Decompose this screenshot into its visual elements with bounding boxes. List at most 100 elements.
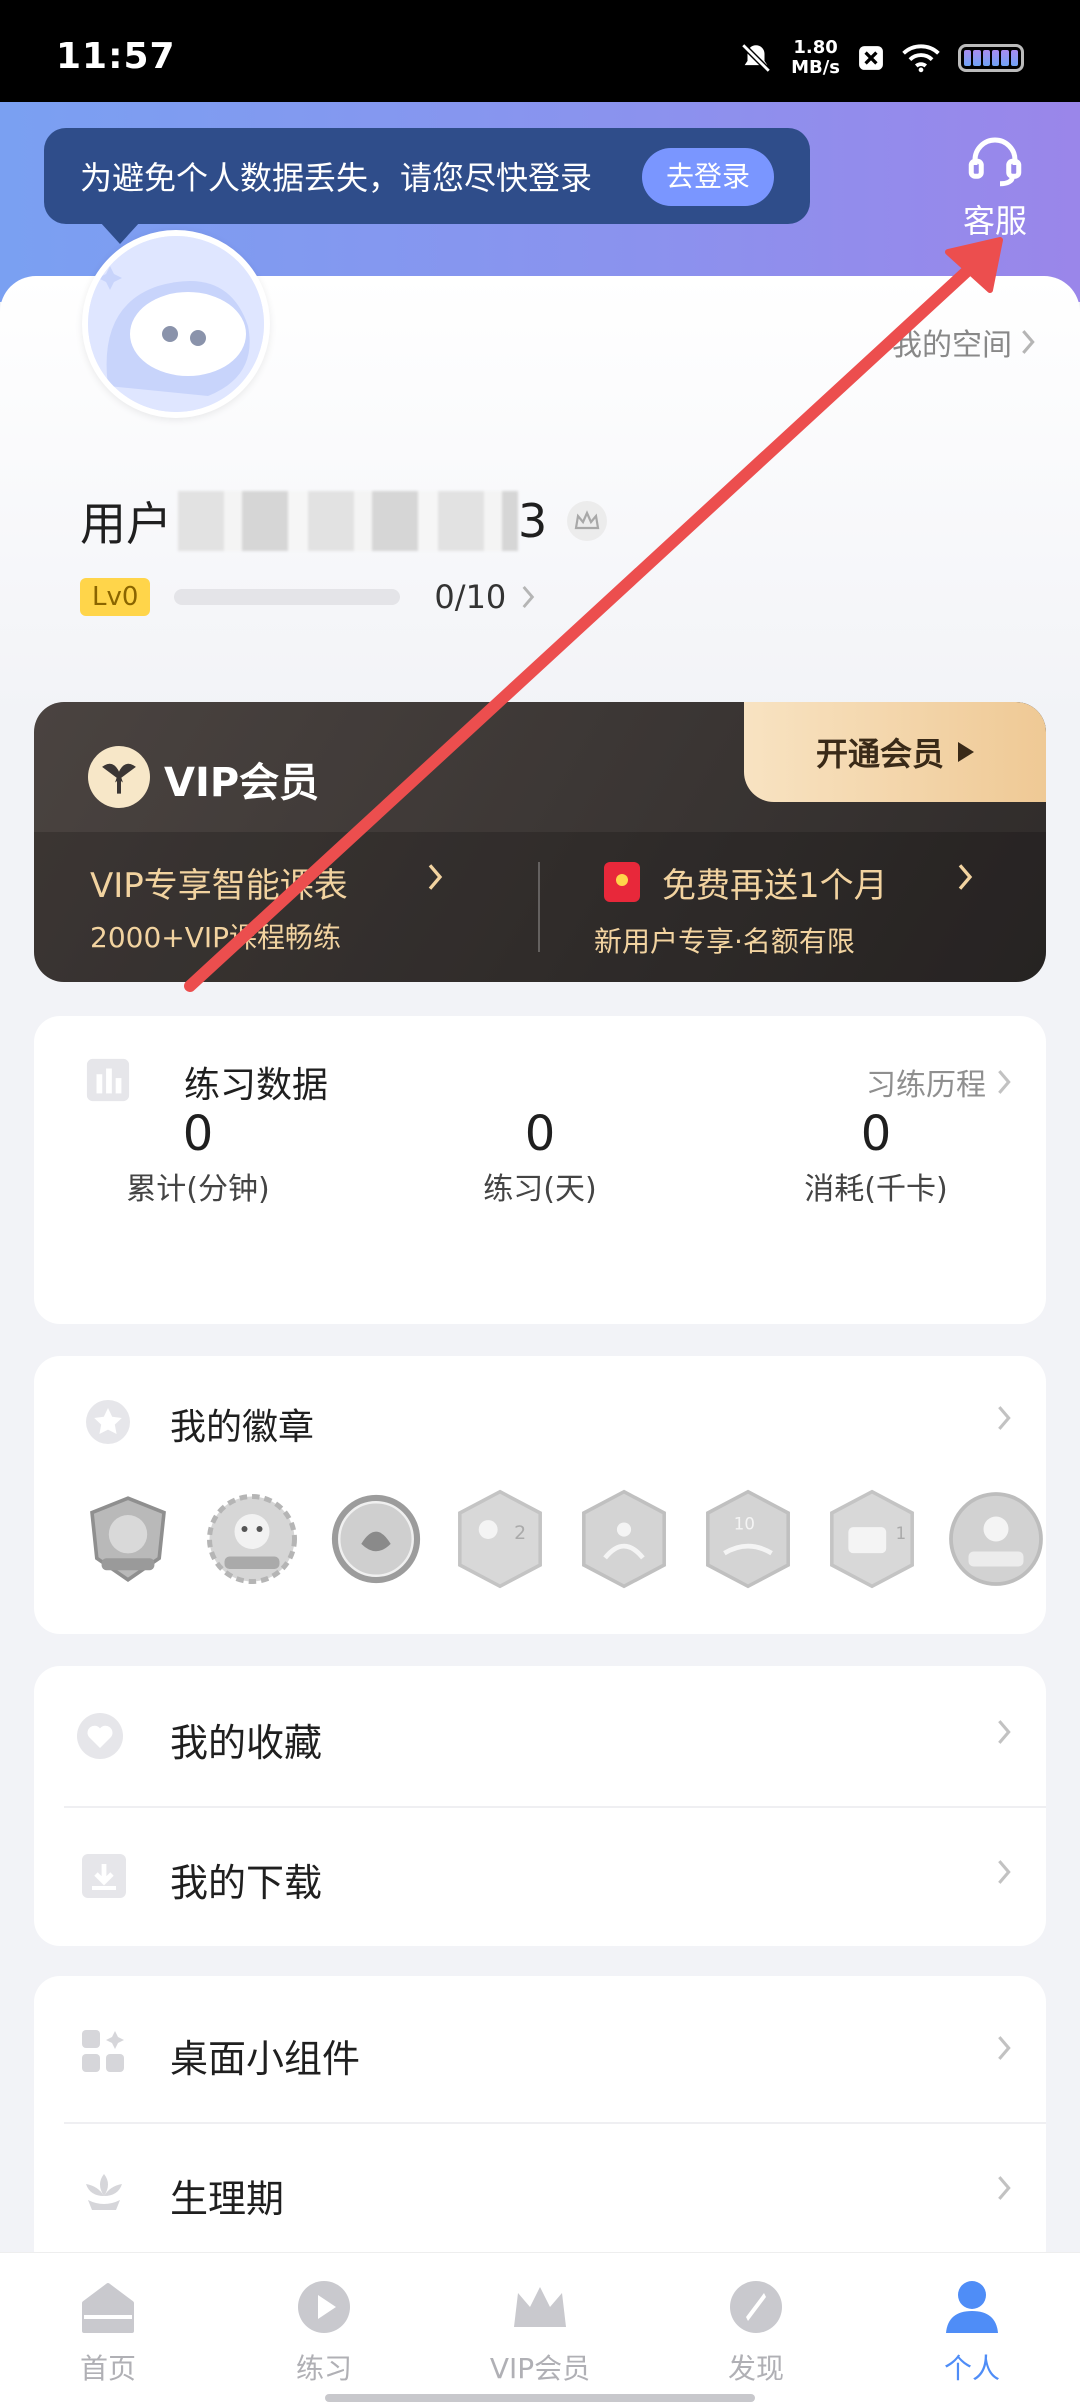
chevron-right-icon <box>998 2036 1011 2060</box>
login-tip-text: 为避免个人数据丢失，请您尽快登录 <box>80 159 593 197</box>
badge-star-icon <box>84 1398 132 1446</box>
svg-text:2: 2 <box>514 1522 526 1544</box>
downloads-label: 我的下载 <box>170 1861 323 1905</box>
avatar[interactable] <box>82 230 270 418</box>
bottom-navigation: 首页 练习 VIP会员 发现 个人 <box>0 2252 1080 2408</box>
chevron-right-icon <box>998 1860 1011 1884</box>
login-button[interactable]: 去登录 <box>641 148 774 206</box>
favorites-label: 我的收藏 <box>170 1721 323 1765</box>
vip-new-user-text: 新用户专享·名额有限 <box>594 925 855 958</box>
customer-service-button[interactable]: 客服 <box>940 130 1050 242</box>
chevron-right-icon <box>958 864 973 890</box>
vip-courses-text: 2000+VIP课程畅练 <box>90 921 342 954</box>
close-box-icon <box>859 46 883 70</box>
svg-text:1: 1 <box>896 1524 907 1543</box>
stat-label: 消耗(千卡) <box>804 1172 948 1207</box>
stat-value: 0 <box>182 1106 214 1162</box>
stat-value: 0 <box>860 1106 892 1162</box>
lotus-icon <box>80 2168 128 2216</box>
vip-divider <box>538 862 540 952</box>
home-indicator <box>325 2394 755 2402</box>
svg-text:10: 10 <box>734 1515 755 1534</box>
chevron-right-icon <box>998 1720 1011 1744</box>
badge-hexagon-2-icon[interactable]: 2 <box>450 1486 550 1592</box>
chevron-right-icon <box>428 864 443 890</box>
status-bar: 11:57 1.80 MB/s <box>0 0 1080 102</box>
username-suffix: 3 <box>518 494 548 548</box>
my-space-label: 我的空间 <box>892 328 1012 363</box>
red-packet-icon <box>604 862 640 902</box>
nav-profile-label: 个人 <box>943 2352 1000 2385</box>
favorites-row[interactable]: 我的收藏 <box>34 1666 1046 1808</box>
stat-label: 练习(天) <box>483 1172 597 1207</box>
badge-hexagon-card-icon[interactable]: 1 <box>822 1486 922 1592</box>
badge-coin-icon[interactable] <box>326 1486 426 1592</box>
stat-total-minutes: 0 累计(分钟) <box>48 1016 348 1208</box>
person-icon <box>946 2281 998 2333</box>
heart-icon <box>76 1712 124 1760</box>
vip-benefits: VIP专享智能课表 2000+VIP课程畅练 免费再送1个月 新用户专享·名额有… <box>34 832 1046 982</box>
badge-flower-icon[interactable] <box>202 1486 302 1592</box>
mute-bell-icon <box>741 43 771 73</box>
stat-label: 累计(分钟) <box>126 1172 270 1207</box>
widgets-row[interactable]: 桌面小组件 <box>34 1982 1046 2124</box>
tools-card: 桌面小组件 生理期 <box>34 1976 1046 2276</box>
badges-title: 我的徽章 <box>170 1407 315 1448</box>
wifi-icon <box>902 44 940 73</box>
badges-card[interactable]: 我的徽章 2 10 1 <box>34 1356 1046 1634</box>
badge-round-partial-icon[interactable] <box>946 1486 1046 1592</box>
level-progress-text: 0/10 <box>434 578 507 616</box>
vip-card[interactable]: VIP会员 开通会员 VIP专享智能课表 2000+VIP课程畅练 免费再送1个… <box>34 702 1046 982</box>
open-vip-button[interactable]: 开通会员 <box>744 702 1046 802</box>
nav-discover-label: 发现 <box>727 2352 784 2385</box>
status-icons: 1.80 MB/s <box>739 38 1024 78</box>
username-redacted <box>178 491 518 551</box>
nav-vip[interactable]: VIP会员 <box>432 2253 648 2408</box>
nav-profile[interactable]: 个人 <box>864 2253 1080 2408</box>
battery-icon <box>958 44 1024 72</box>
badge-shield-icon[interactable] <box>78 1486 178 1592</box>
vip-schedule-link[interactable]: VIP专享智能课表 <box>90 858 348 907</box>
open-vip-label: 开通会员 <box>815 735 944 773</box>
nav-home[interactable]: 首页 <box>0 2253 216 2408</box>
downloads-row[interactable]: 我的下载 <box>34 1806 1046 1946</box>
chevron-right-icon <box>522 585 535 609</box>
badge-hexagon-yoga-icon[interactable] <box>574 1486 674 1592</box>
home-icon <box>82 2283 134 2333</box>
headset-icon <box>968 137 1022 187</box>
stat-value: 0 <box>524 1106 556 1162</box>
level-row[interactable]: Lv0 0/10 <box>80 578 536 616</box>
level-progress-bar <box>174 589 401 605</box>
badge-list: 2 10 1 <box>78 1486 1046 1592</box>
vip-free-month-link[interactable]: 免费再送1个月 <box>662 858 888 907</box>
play-triangle-icon <box>958 742 974 762</box>
login-tip-bubble: 为避免个人数据丢失，请您尽快登录 去登录 <box>44 128 810 244</box>
username-prefix: 用户 <box>80 497 172 551</box>
username-row: 用户 3 <box>80 488 608 554</box>
nav-practice[interactable]: 练习 <box>216 2253 432 2408</box>
period-label: 生理期 <box>170 2177 285 2221</box>
my-space-link[interactable]: 我的空间 <box>892 320 1036 364</box>
widget-grid-icon <box>80 2028 128 2076</box>
vip-logo-icon <box>88 746 150 808</box>
practice-data-card: 练习数据 习练历程 0 累计(分钟) 0 练习(天) 0 消耗(千卡) <box>34 1016 1046 1324</box>
collection-card: 我的收藏 我的下载 <box>34 1666 1046 1946</box>
level-badge: Lv0 <box>80 578 151 616</box>
status-time: 11:57 <box>56 36 176 77</box>
stat-calories: 0 消耗(千卡) <box>726 1016 1026 1208</box>
member-crown-icon[interactable] <box>567 501 608 541</box>
chevron-right-icon <box>1022 330 1035 354</box>
avatar-mascot-icon <box>88 236 264 412</box>
network-speed: 1.80 MB/s <box>791 37 840 78</box>
customer-service-label: 客服 <box>962 202 1027 240</box>
nav-discover[interactable]: 发现 <box>648 2253 864 2408</box>
chevron-right-icon <box>998 2176 1011 2200</box>
play-icon <box>298 2281 350 2333</box>
period-row[interactable]: 生理期 <box>34 2122 1046 2262</box>
nav-practice-label: 练习 <box>295 2352 352 2385</box>
widgets-label: 桌面小组件 <box>170 2037 361 2081</box>
nav-vip-label: VIP会员 <box>489 2352 591 2385</box>
compass-icon <box>730 2281 782 2333</box>
nav-home-label: 首页 <box>79 2352 136 2385</box>
badge-hexagon-10-icon[interactable]: 10 <box>698 1486 798 1592</box>
